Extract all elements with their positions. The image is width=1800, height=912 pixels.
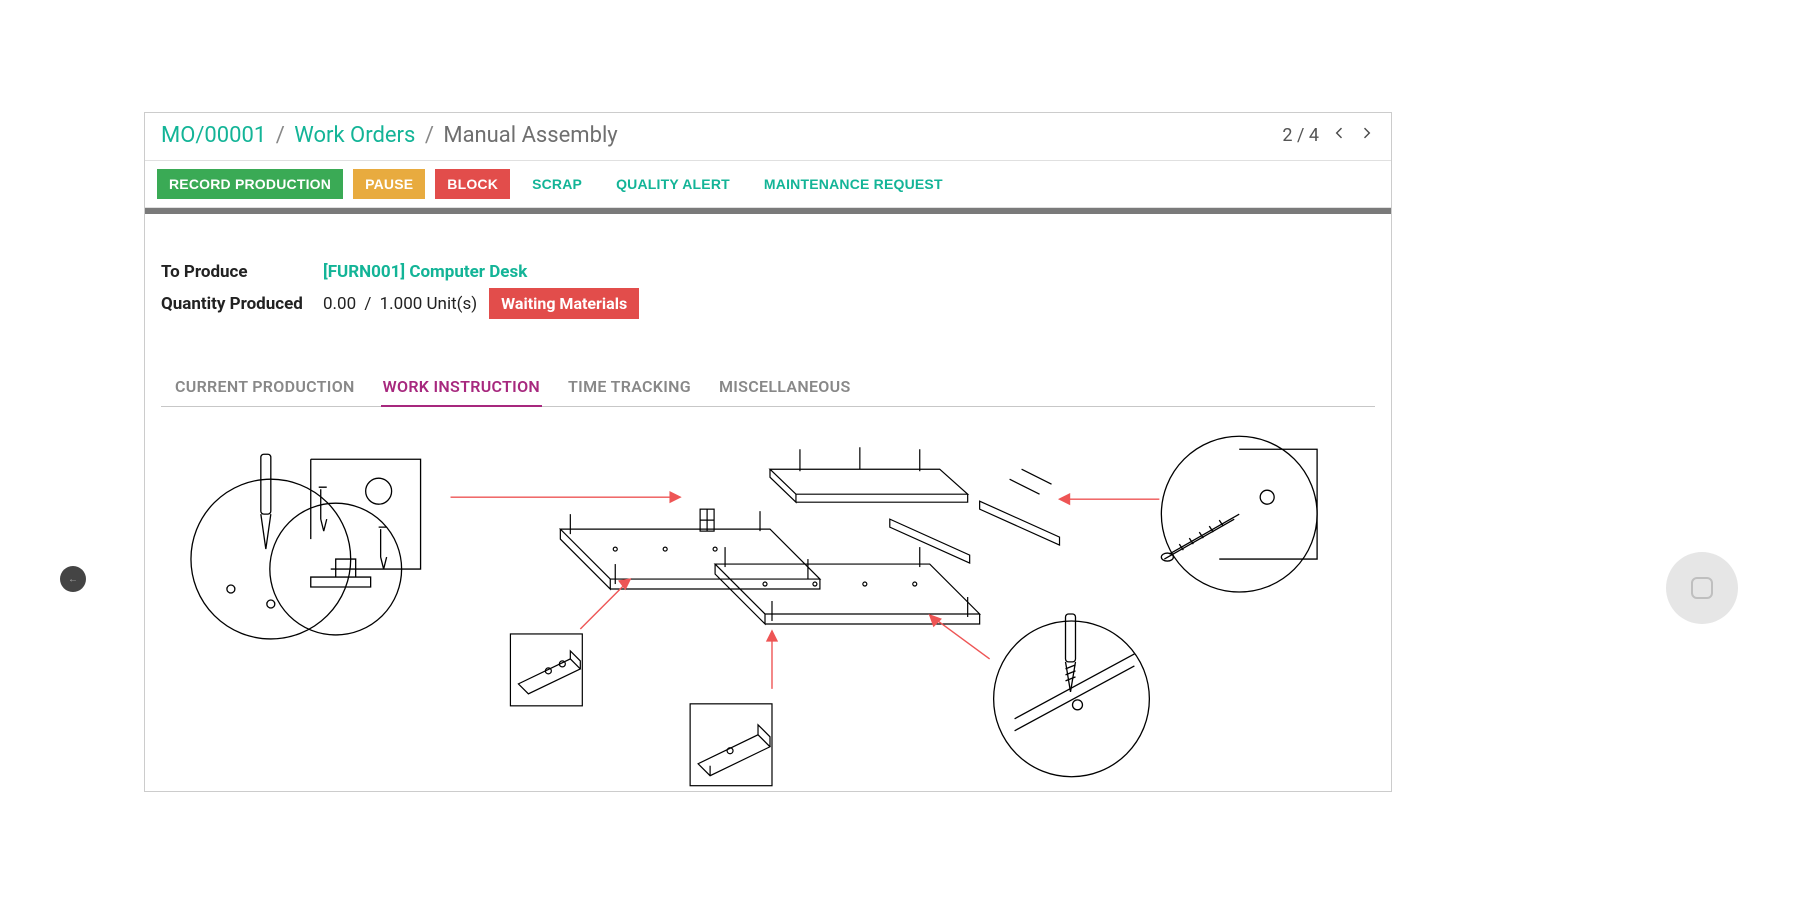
breadcrumb-current: Manual Assembly [443,123,617,148]
tabs: CURRENT PRODUCTION WORK INSTRUCTION TIME… [161,369,1375,407]
to-produce-value[interactable]: [FURN001] Computer Desk [323,262,527,282]
breadcrumb-mo-link[interactable]: MO/00001 [161,123,266,148]
status-badge: Waiting Materials [489,288,639,319]
app-window: MO/00001 / Work Orders / Manual Assembly… [144,112,1392,792]
scrap-button[interactable]: SCRAP [520,169,594,199]
chevron-left-icon [1331,125,1347,141]
pause-button[interactable]: PAUSE [353,169,425,199]
form-area: To Produce [FURN001] Computer Desk Quant… [145,214,1391,333]
qty-produced-label: Quantity Produced [161,294,323,314]
action-toolbar: RECORD PRODUCTION PAUSE BLOCK SCRAP QUAL… [145,161,1391,208]
breadcrumb-bar: MO/00001 / Work Orders / Manual Assembly… [145,113,1391,161]
pager: 2 / 4 [1282,125,1375,146]
quality-alert-button[interactable]: QUALITY ALERT [604,169,742,199]
work-instruction-image [161,419,1375,789]
pager-next-button[interactable] [1359,125,1375,146]
qty-total: 1.000 [380,294,423,314]
arrow-left-icon: ← [68,574,78,585]
tab-work-instruction[interactable]: WORK INSTRUCTION [381,369,542,407]
tab-time-tracking[interactable]: TIME TRACKING [566,369,693,407]
record-production-button[interactable]: RECORD PRODUCTION [157,169,343,199]
pager-count: 2 / 4 [1282,125,1319,146]
home-icon [1691,577,1713,599]
field-to-produce: To Produce [FURN001] Computer Desk [161,262,1375,282]
qty-produced-value: 0.00 / 1.000 Unit(s) [323,294,477,314]
tab-current-production[interactable]: CURRENT PRODUCTION [173,369,357,407]
qty-uom-text: Unit(s) [427,294,478,314]
block-button[interactable]: BLOCK [435,169,510,199]
breadcrumb-workorders-link[interactable]: Work Orders [294,123,415,148]
chevron-right-icon [1359,125,1375,141]
assembly-diagram [161,419,1375,789]
to-produce-label: To Produce [161,262,323,282]
pager-prev-button[interactable] [1331,125,1347,146]
breadcrumb: MO/00001 / Work Orders / Manual Assembly [161,123,618,148]
tablet-back-button[interactable]: ← [60,566,86,592]
field-qty-produced: Quantity Produced 0.00 / 1.000 Unit(s) W… [161,288,1375,319]
breadcrumb-sep: / [425,123,434,148]
breadcrumb-sep: / [276,123,285,148]
qty-sep: / [364,294,371,314]
tablet-home-button[interactable] [1666,552,1738,624]
tab-miscellaneous[interactable]: MISCELLANEOUS [717,369,853,407]
maintenance-request-button[interactable]: MAINTENANCE REQUEST [752,169,955,199]
qty-done: 0.00 [323,294,356,314]
